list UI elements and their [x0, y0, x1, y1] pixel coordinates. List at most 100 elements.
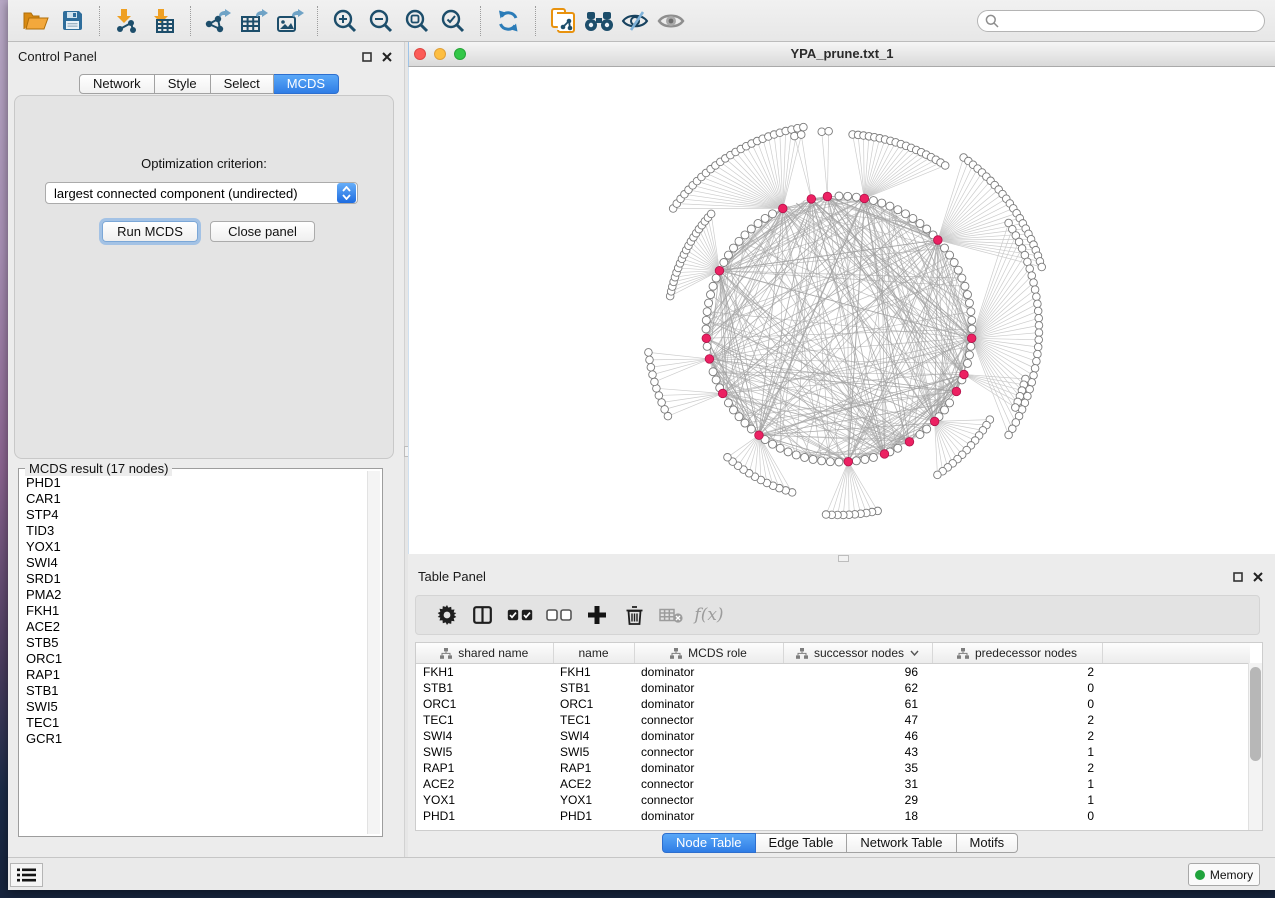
select-all-button[interactable]: [500, 600, 540, 630]
tab-mcds[interactable]: MCDS: [274, 74, 339, 94]
export-table-button[interactable]: [236, 4, 272, 38]
mcds-result-item[interactable]: ORC1: [26, 651, 366, 667]
refresh-icon: [496, 9, 521, 33]
export-network-button[interactable]: [200, 4, 236, 38]
mcds-result-item[interactable]: STB5: [26, 635, 366, 651]
column-header-mcds-role[interactable]: MCDS role: [634, 643, 783, 664]
import-table-button[interactable]: [145, 4, 181, 38]
export-image-icon: [276, 9, 304, 33]
table-settings-button[interactable]: [430, 600, 464, 630]
checked-boxes-icon: [507, 609, 533, 621]
mcds-result-item[interactable]: STP4: [26, 507, 366, 523]
tab-node-table[interactable]: Node Table: [662, 833, 756, 853]
table-row[interactable]: SWI4SWI4dominator462: [416, 728, 1250, 744]
mcds-result-item[interactable]: GCR1: [26, 731, 366, 747]
mcds-result-item[interactable]: SWI5: [26, 699, 366, 715]
mcds-result-item[interactable]: SRD1: [26, 571, 366, 587]
optimization-select[interactable]: largest connected component (undirected): [45, 182, 358, 204]
close-panel-button-mcds[interactable]: Close panel: [210, 221, 315, 242]
run-mcds-button[interactable]: Run MCDS: [102, 221, 198, 242]
table-row[interactable]: YOX1YOX1connector291: [416, 792, 1250, 808]
mcds-result-item[interactable]: PHD1: [26, 475, 366, 491]
mcds-result-item[interactable]: YOX1: [26, 539, 366, 555]
hide-graphics-details-button[interactable]: [617, 4, 653, 38]
export-network-icon: [204, 9, 232, 33]
table-row[interactable]: PHD1PHD1dominator180: [416, 808, 1250, 824]
delete-table-icon: [659, 608, 683, 623]
mcds-result-list[interactable]: PHD1CAR1STP4TID3YOX1SWI4SRD1PMA2FKH1ACE2…: [19, 471, 366, 834]
mcds-result-item[interactable]: PMA2: [26, 587, 366, 603]
table-row[interactable]: RAP1RAP1dominator352: [416, 760, 1250, 776]
table-row[interactable]: FKH1FKH1dominator962: [416, 664, 1250, 681]
column-header-shared-name[interactable]: shared name: [416, 643, 553, 664]
network-graph[interactable]: [409, 67, 1275, 554]
hierarchy-icon: [796, 648, 808, 659]
task-history-button[interactable]: [10, 863, 43, 887]
tab-select[interactable]: Select: [211, 74, 274, 94]
delete-table-button[interactable]: [653, 600, 689, 630]
float-panel-button[interactable]: [360, 50, 374, 64]
mcds-result-item[interactable]: RAP1: [26, 667, 366, 683]
mcds-result-item[interactable]: TID3: [26, 523, 366, 539]
toolbar-separator: [190, 6, 191, 36]
deselect-all-button[interactable]: [540, 600, 578, 630]
zoom-out-icon: [368, 8, 394, 34]
show-columns-button[interactable]: [464, 600, 500, 630]
open-file-button[interactable]: [18, 4, 54, 38]
save-session-button[interactable]: [54, 4, 90, 38]
zoom-out-button[interactable]: [363, 4, 399, 38]
tab-network-table[interactable]: Network Table: [847, 833, 956, 853]
table-row[interactable]: ACE2ACE2connector311: [416, 776, 1250, 792]
table-scrollbar[interactable]: [1248, 663, 1262, 830]
mcds-list-scrollbar[interactable]: [367, 471, 380, 834]
sort-desc-icon: [910, 650, 919, 656]
function-builder-button[interactable]: f(x): [689, 600, 729, 630]
tab-motifs[interactable]: Motifs: [957, 833, 1019, 853]
mcds-result-item[interactable]: CAR1: [26, 491, 366, 507]
clone-network-button[interactable]: [545, 4, 581, 38]
table-row[interactable]: TEC1TEC1connector472: [416, 712, 1250, 728]
mcds-result-item[interactable]: STB1: [26, 683, 366, 699]
close-panel-button[interactable]: [380, 50, 394, 64]
table-panel: Table Panel: [408, 562, 1275, 858]
horizontal-splitter[interactable]: [408, 554, 1275, 562]
table-panel-title: Table Panel: [418, 569, 486, 584]
mcds-result-item[interactable]: SWI4: [26, 555, 366, 571]
splitter-grip[interactable]: [838, 555, 849, 562]
node-table-grid: shared name name MCDS role successor nod…: [416, 643, 1250, 824]
export-image-button[interactable]: [272, 4, 308, 38]
close-table-panel-button[interactable]: [1251, 570, 1265, 584]
close-icon: [1253, 572, 1263, 582]
delete-columns-button[interactable]: [616, 600, 653, 630]
zoom-in-button[interactable]: [327, 4, 363, 38]
table-header-row: shared name name MCDS role successor nod…: [416, 643, 1250, 664]
unchecked-boxes-icon: [546, 609, 572, 621]
tab-edge-table[interactable]: Edge Table: [756, 833, 848, 853]
table-row[interactable]: ORC1ORC1dominator610: [416, 696, 1250, 712]
tab-network[interactable]: Network: [79, 74, 155, 94]
show-graphics-details-button[interactable]: [653, 4, 689, 38]
network-window-titlebar[interactable]: YPA_prune.txt_1: [408, 42, 1275, 67]
column-header-predecessor-nodes[interactable]: predecessor nodes: [932, 643, 1102, 664]
add-column-button[interactable]: [578, 600, 616, 630]
search-network-button[interactable]: [581, 4, 617, 38]
memory-button[interactable]: Memory: [1188, 863, 1260, 886]
zoom-fit-button[interactable]: [399, 4, 435, 38]
table-scrollbar-thumb[interactable]: [1250, 667, 1261, 761]
mcds-result-item[interactable]: FKH1: [26, 603, 366, 619]
float-table-panel-button[interactable]: [1231, 570, 1245, 584]
mcds-result-group: MCDS result (17 nodes) PHD1CAR1STP4TID3Y…: [18, 468, 383, 837]
search-input[interactable]: [1004, 13, 1257, 29]
table-row[interactable]: SWI5SWI5connector431: [416, 744, 1250, 760]
tab-style[interactable]: Style: [155, 74, 211, 94]
zoom-selected-button[interactable]: [435, 4, 471, 38]
table-row[interactable]: STB1STB1dominator620: [416, 680, 1250, 696]
column-header-successor-nodes[interactable]: successor nodes: [783, 643, 932, 664]
column-header-name[interactable]: name: [553, 643, 634, 664]
gear-icon: [437, 605, 457, 625]
refresh-layout-button[interactable]: [490, 4, 526, 38]
import-network-button[interactable]: [109, 4, 145, 38]
mcds-result-item[interactable]: TEC1: [26, 715, 366, 731]
mcds-result-item[interactable]: ACE2: [26, 619, 366, 635]
network-canvas[interactable]: [408, 67, 1275, 554]
